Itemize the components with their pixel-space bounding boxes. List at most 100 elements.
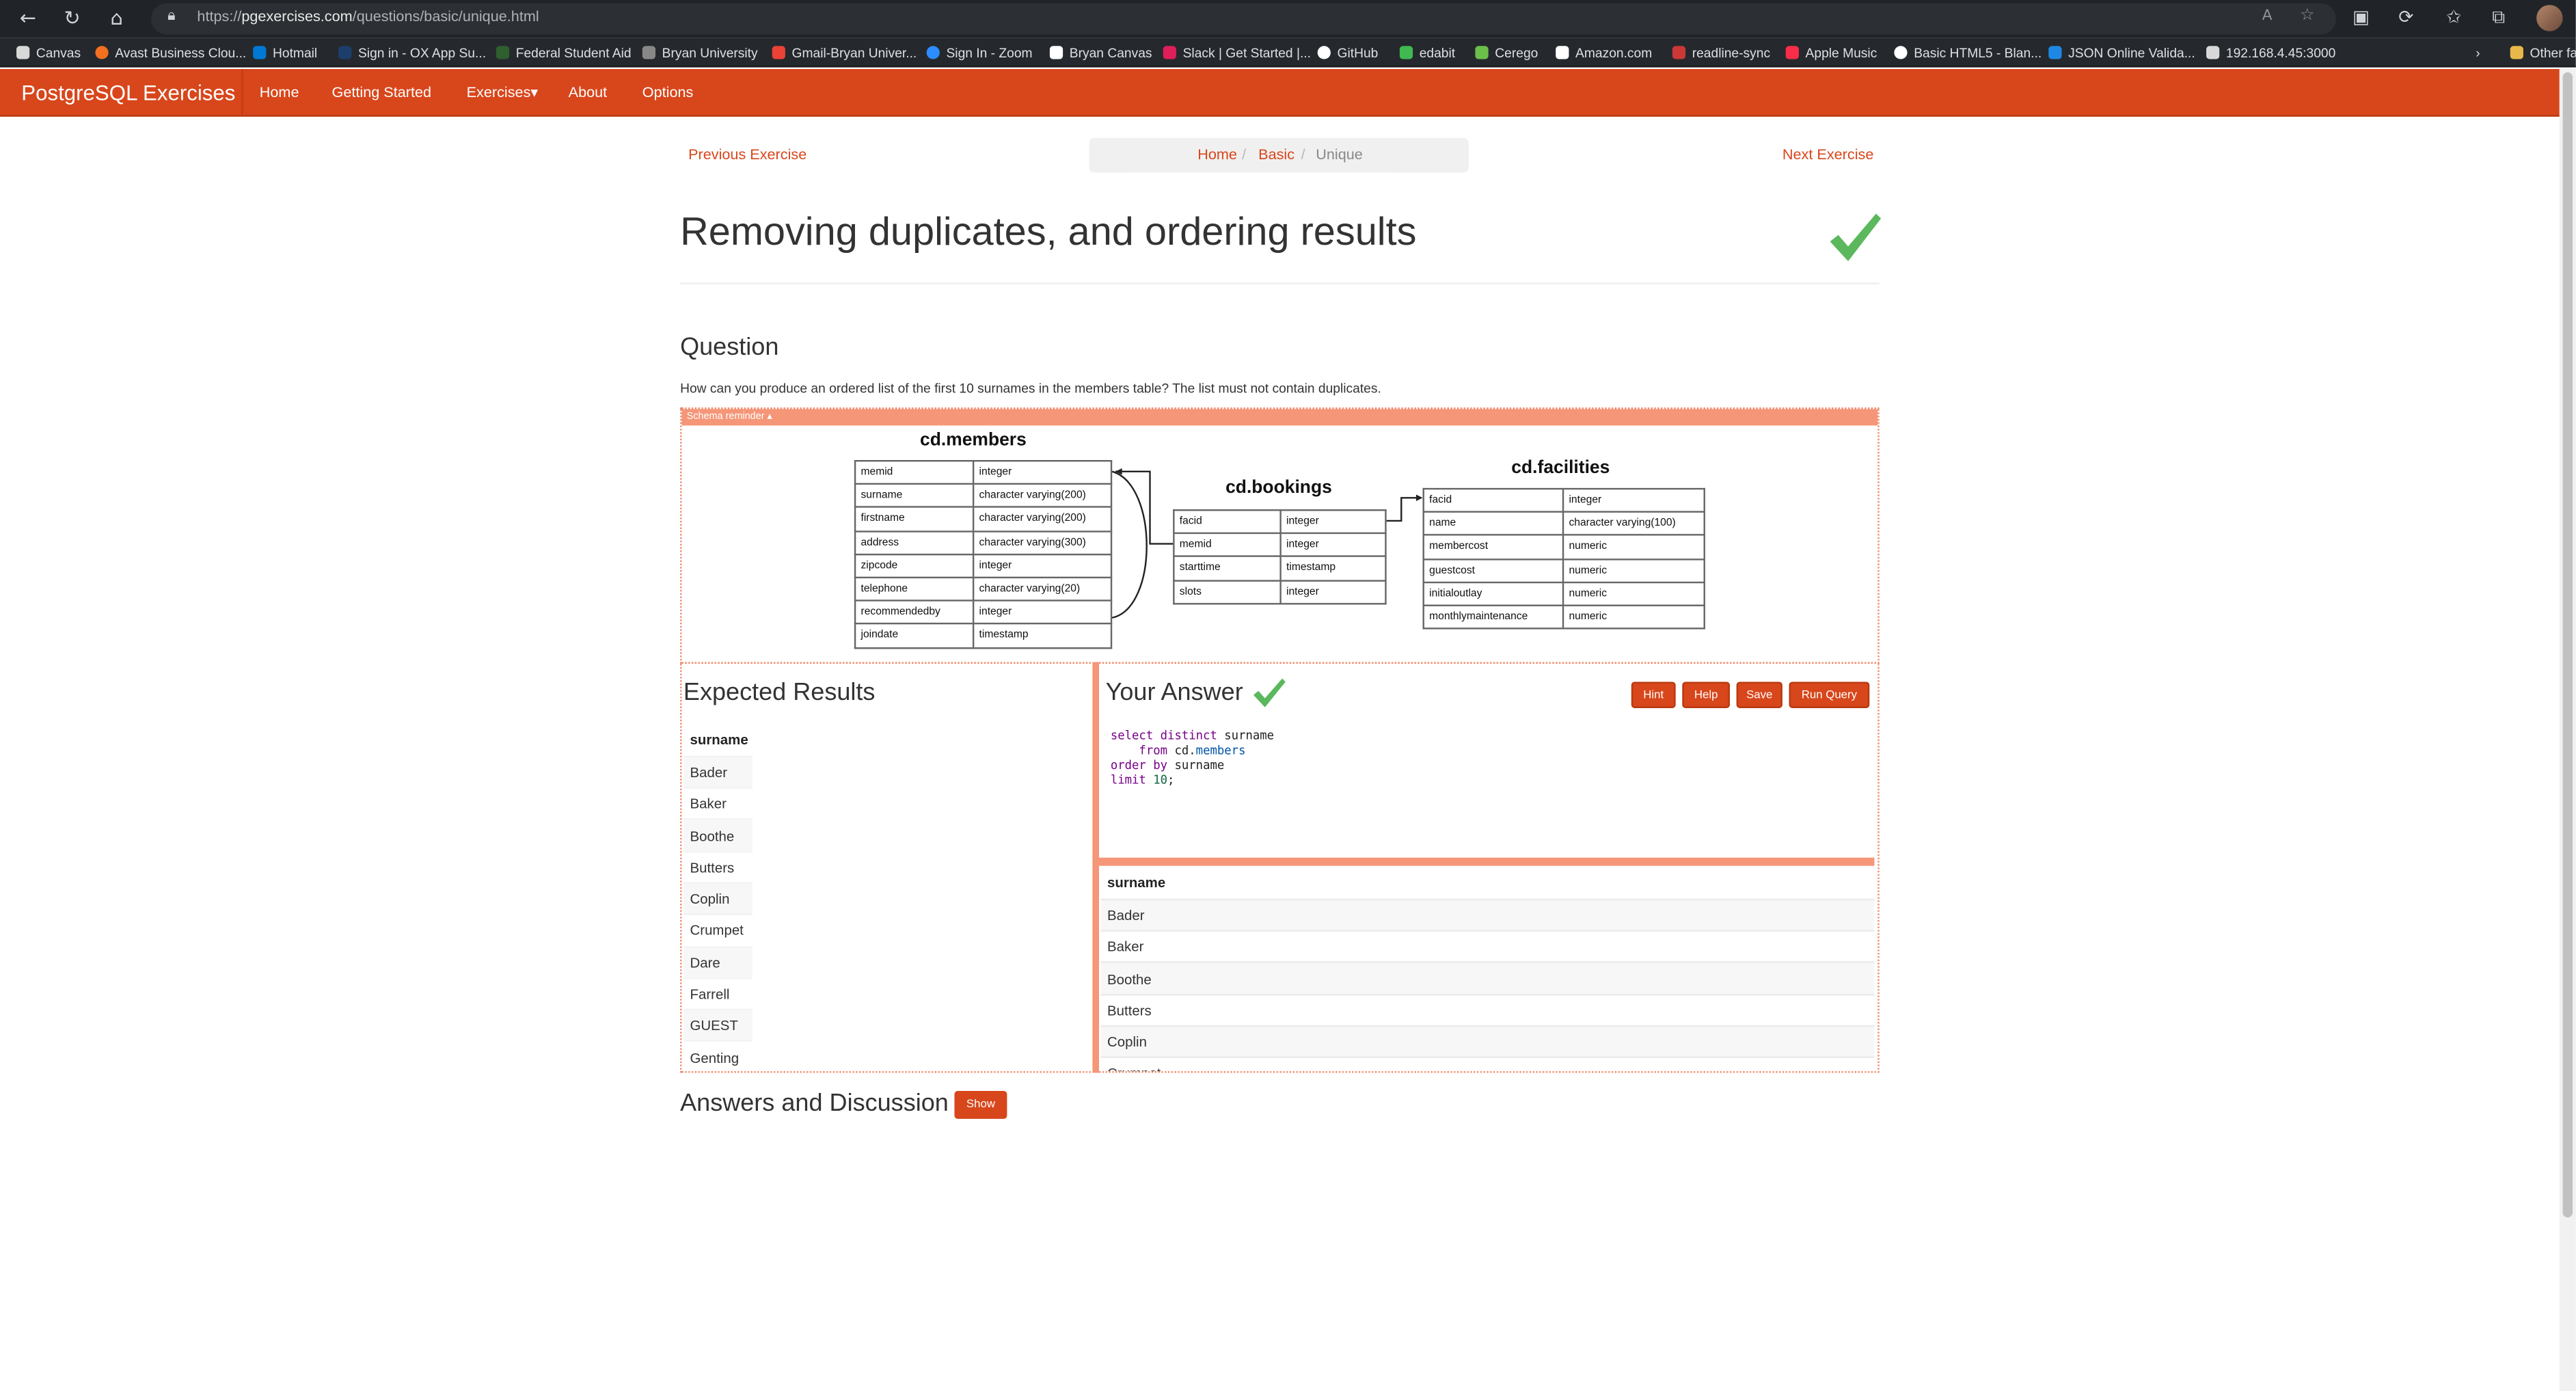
codepen-icon	[1894, 46, 1908, 59]
bookmark-bryan-university[interactable]: Bryan University	[642, 42, 758, 62]
bookmark-avast[interactable]: Avast Business Clou...	[95, 42, 246, 62]
browser-toolbar: ← ↻ ⌂ 🔒︎ https://pgexercises.com/questio…	[0, 0, 2576, 38]
favorite-star-icon[interactable]: ☆	[2300, 7, 2315, 25]
schema-row: initialoutlay numeric	[1422, 581, 1705, 606]
bookmark-other-favorites[interactable]: Other fa	[2510, 42, 2576, 62]
bookmark-page-icon	[16, 46, 30, 59]
schema-row: memid integer	[1173, 532, 1387, 558]
amazon-icon	[1556, 46, 1569, 59]
table-row: Genting	[683, 1041, 753, 1072]
bookmark-apple-music[interactable]: Apple Music	[1785, 42, 1877, 62]
collections-icon[interactable]: ⧉	[2492, 7, 2505, 30]
table-row: Butters	[1100, 994, 1875, 1027]
bookmarks-overflow-chevron-icon[interactable]: ›	[2476, 42, 2480, 62]
table-row: Baker	[1100, 930, 1875, 964]
profile-avatar[interactable]	[2536, 5, 2563, 31]
back-icon[interactable]: ←	[16, 7, 40, 30]
bookmark-bryan-canvas[interactable]: Bryan Canvas	[1049, 42, 1152, 62]
cerego-icon	[1475, 46, 1489, 59]
lock-icon: 🔒︎	[167, 8, 176, 25]
npm-icon	[1672, 46, 1686, 59]
bookmark-ox-app[interactable]: Sign in - OX App Su...	[338, 42, 486, 62]
table-header-row: surname	[683, 724, 753, 757]
bookmark-canvas[interactable]: Canvas	[16, 42, 81, 62]
help-button[interactable]: Help	[1682, 681, 1730, 708]
schema-row: monthlymaintenance numeric	[1422, 604, 1705, 630]
bookmark-gmail[interactable]: Gmail-Bryan Univer...	[772, 42, 917, 62]
table-row: Boothe	[1100, 962, 1875, 995]
breadcrumb-separator: /	[1301, 146, 1305, 163]
expected-results-table: surname Bader Baker Boothe Butters Copli…	[683, 724, 753, 1072]
expected-results-scroll[interactable]: surname Bader Baker Boothe Butters Copli…	[680, 723, 1092, 1072]
extension-icon[interactable]: ▣	[2353, 7, 2370, 28]
outlook-icon	[253, 46, 267, 59]
breadcrumb-basic[interactable]: Basic	[1258, 146, 1294, 163]
answer-correct-checkmark-icon	[1253, 678, 1286, 707]
facilities-table-title: cd.facilities	[1511, 458, 1610, 478]
favorites-icon[interactable]: ✩	[2446, 7, 2461, 28]
json-icon	[2048, 46, 2062, 59]
nav-exercises-dropdown[interactable]: Exercises▾	[467, 84, 539, 102]
schema-row: guestcost numeric	[1422, 558, 1705, 583]
gmail-icon	[772, 46, 785, 59]
table-row: Baker	[683, 787, 753, 821]
nav-options[interactable]: Options	[642, 84, 694, 100]
site-navbar: PostgreSQL Exercises Home Getting Starte…	[0, 68, 2560, 117]
sync-icon[interactable]: ⟳	[2398, 7, 2413, 28]
bookmark-basic-html5[interactable]: Basic HTML5 - Blan...	[1894, 42, 2042, 62]
nav-about[interactable]: About	[569, 84, 608, 100]
fsa-icon	[496, 46, 510, 59]
run-query-button[interactable]: Run Query	[1789, 681, 1870, 708]
schema-row: slots integer	[1173, 579, 1387, 604]
save-button[interactable]: Save	[1736, 681, 1782, 708]
bookmark-local-server[interactable]: 192.168.4.45:3000	[2206, 42, 2335, 62]
editor-results-splitter[interactable]	[1099, 857, 1875, 866]
column-header: surname	[683, 724, 753, 757]
page-title: Removing duplicates, and ordering result…	[680, 210, 1417, 255]
home-icon[interactable]: ⌂	[105, 7, 128, 30]
bookmark-federal-student-aid[interactable]: Federal Student Aid	[496, 42, 632, 62]
schema-reminder-toggle[interactable]: Schema reminder ▴	[681, 409, 1878, 426]
brand-link[interactable]: PostgreSQL Exercises	[21, 81, 235, 105]
bookmark-cerego[interactable]: Cerego	[1475, 42, 1538, 62]
sql-editor[interactable]: select distinct surname from cd.members …	[1111, 728, 1274, 787]
schema-row: joindate timestamp	[854, 623, 1113, 649]
query-results-scroll[interactable]: surname Bader Baker Boothe Butters Copli…	[1099, 866, 1876, 1072]
nav-getting-started[interactable]: Getting Started	[332, 84, 432, 100]
panel-splitter[interactable]	[1092, 662, 1100, 1073]
members-table-title: cd.members	[920, 430, 1027, 450]
table-row: Dare	[683, 946, 753, 980]
schema-row: firstname character varying(200)	[854, 507, 1113, 532]
folder-icon	[2510, 46, 2523, 59]
bookmark-edabit[interactable]: edabit	[1399, 42, 1455, 62]
nav-home[interactable]: Home	[260, 84, 299, 100]
table-row: Coplin	[1100, 1026, 1875, 1059]
bryan-icon	[642, 46, 656, 59]
divider	[680, 282, 1880, 284]
bookmark-github[interactable]: GitHub	[1317, 42, 1378, 62]
bookmark-zoom[interactable]: Sign In - Zoom	[926, 42, 1033, 62]
page-icon	[2206, 46, 2220, 59]
question-text: How can you produce an ordered list of t…	[680, 381, 1381, 396]
bookmark-json-validator[interactable]: JSON Online Valida...	[2048, 42, 2195, 62]
bookmark-slack[interactable]: Slack | Get Started |...	[1163, 42, 1311, 62]
bookmark-hotmail[interactable]: Hotmail	[253, 42, 317, 62]
previous-exercise-link[interactable]: Previous Exercise	[688, 146, 806, 163]
bookmark-amazon[interactable]: Amazon.com	[1556, 42, 1652, 62]
bookmark-readline-sync[interactable]: readline-sync	[1672, 42, 1770, 62]
breadcrumb-separator: /	[1242, 146, 1247, 163]
read-aloud-icon[interactable]: A	[2262, 8, 2273, 25]
refresh-icon[interactable]: ↻	[61, 7, 84, 30]
show-discussion-button[interactable]: Show	[954, 1090, 1007, 1119]
table-row: GUEST	[683, 1010, 753, 1043]
address-bar[interactable]: 🔒︎ https://pgexercises.com/questions/bas…	[151, 3, 2336, 35]
expected-results-heading: Expected Results	[683, 678, 876, 707]
page-scrollbar[interactable]	[2559, 68, 2576, 1391]
scrollbar-thumb[interactable]	[2562, 72, 2573, 1218]
table-header-row: surname	[1100, 867, 1875, 900]
hint-button[interactable]: Hint	[1631, 681, 1676, 708]
schema-row: memid integer	[854, 459, 1113, 485]
next-exercise-link[interactable]: Next Exercise	[1782, 146, 1873, 163]
breadcrumb-home[interactable]: Home	[1197, 146, 1237, 163]
schema-row: name character varying(100)	[1422, 511, 1705, 537]
